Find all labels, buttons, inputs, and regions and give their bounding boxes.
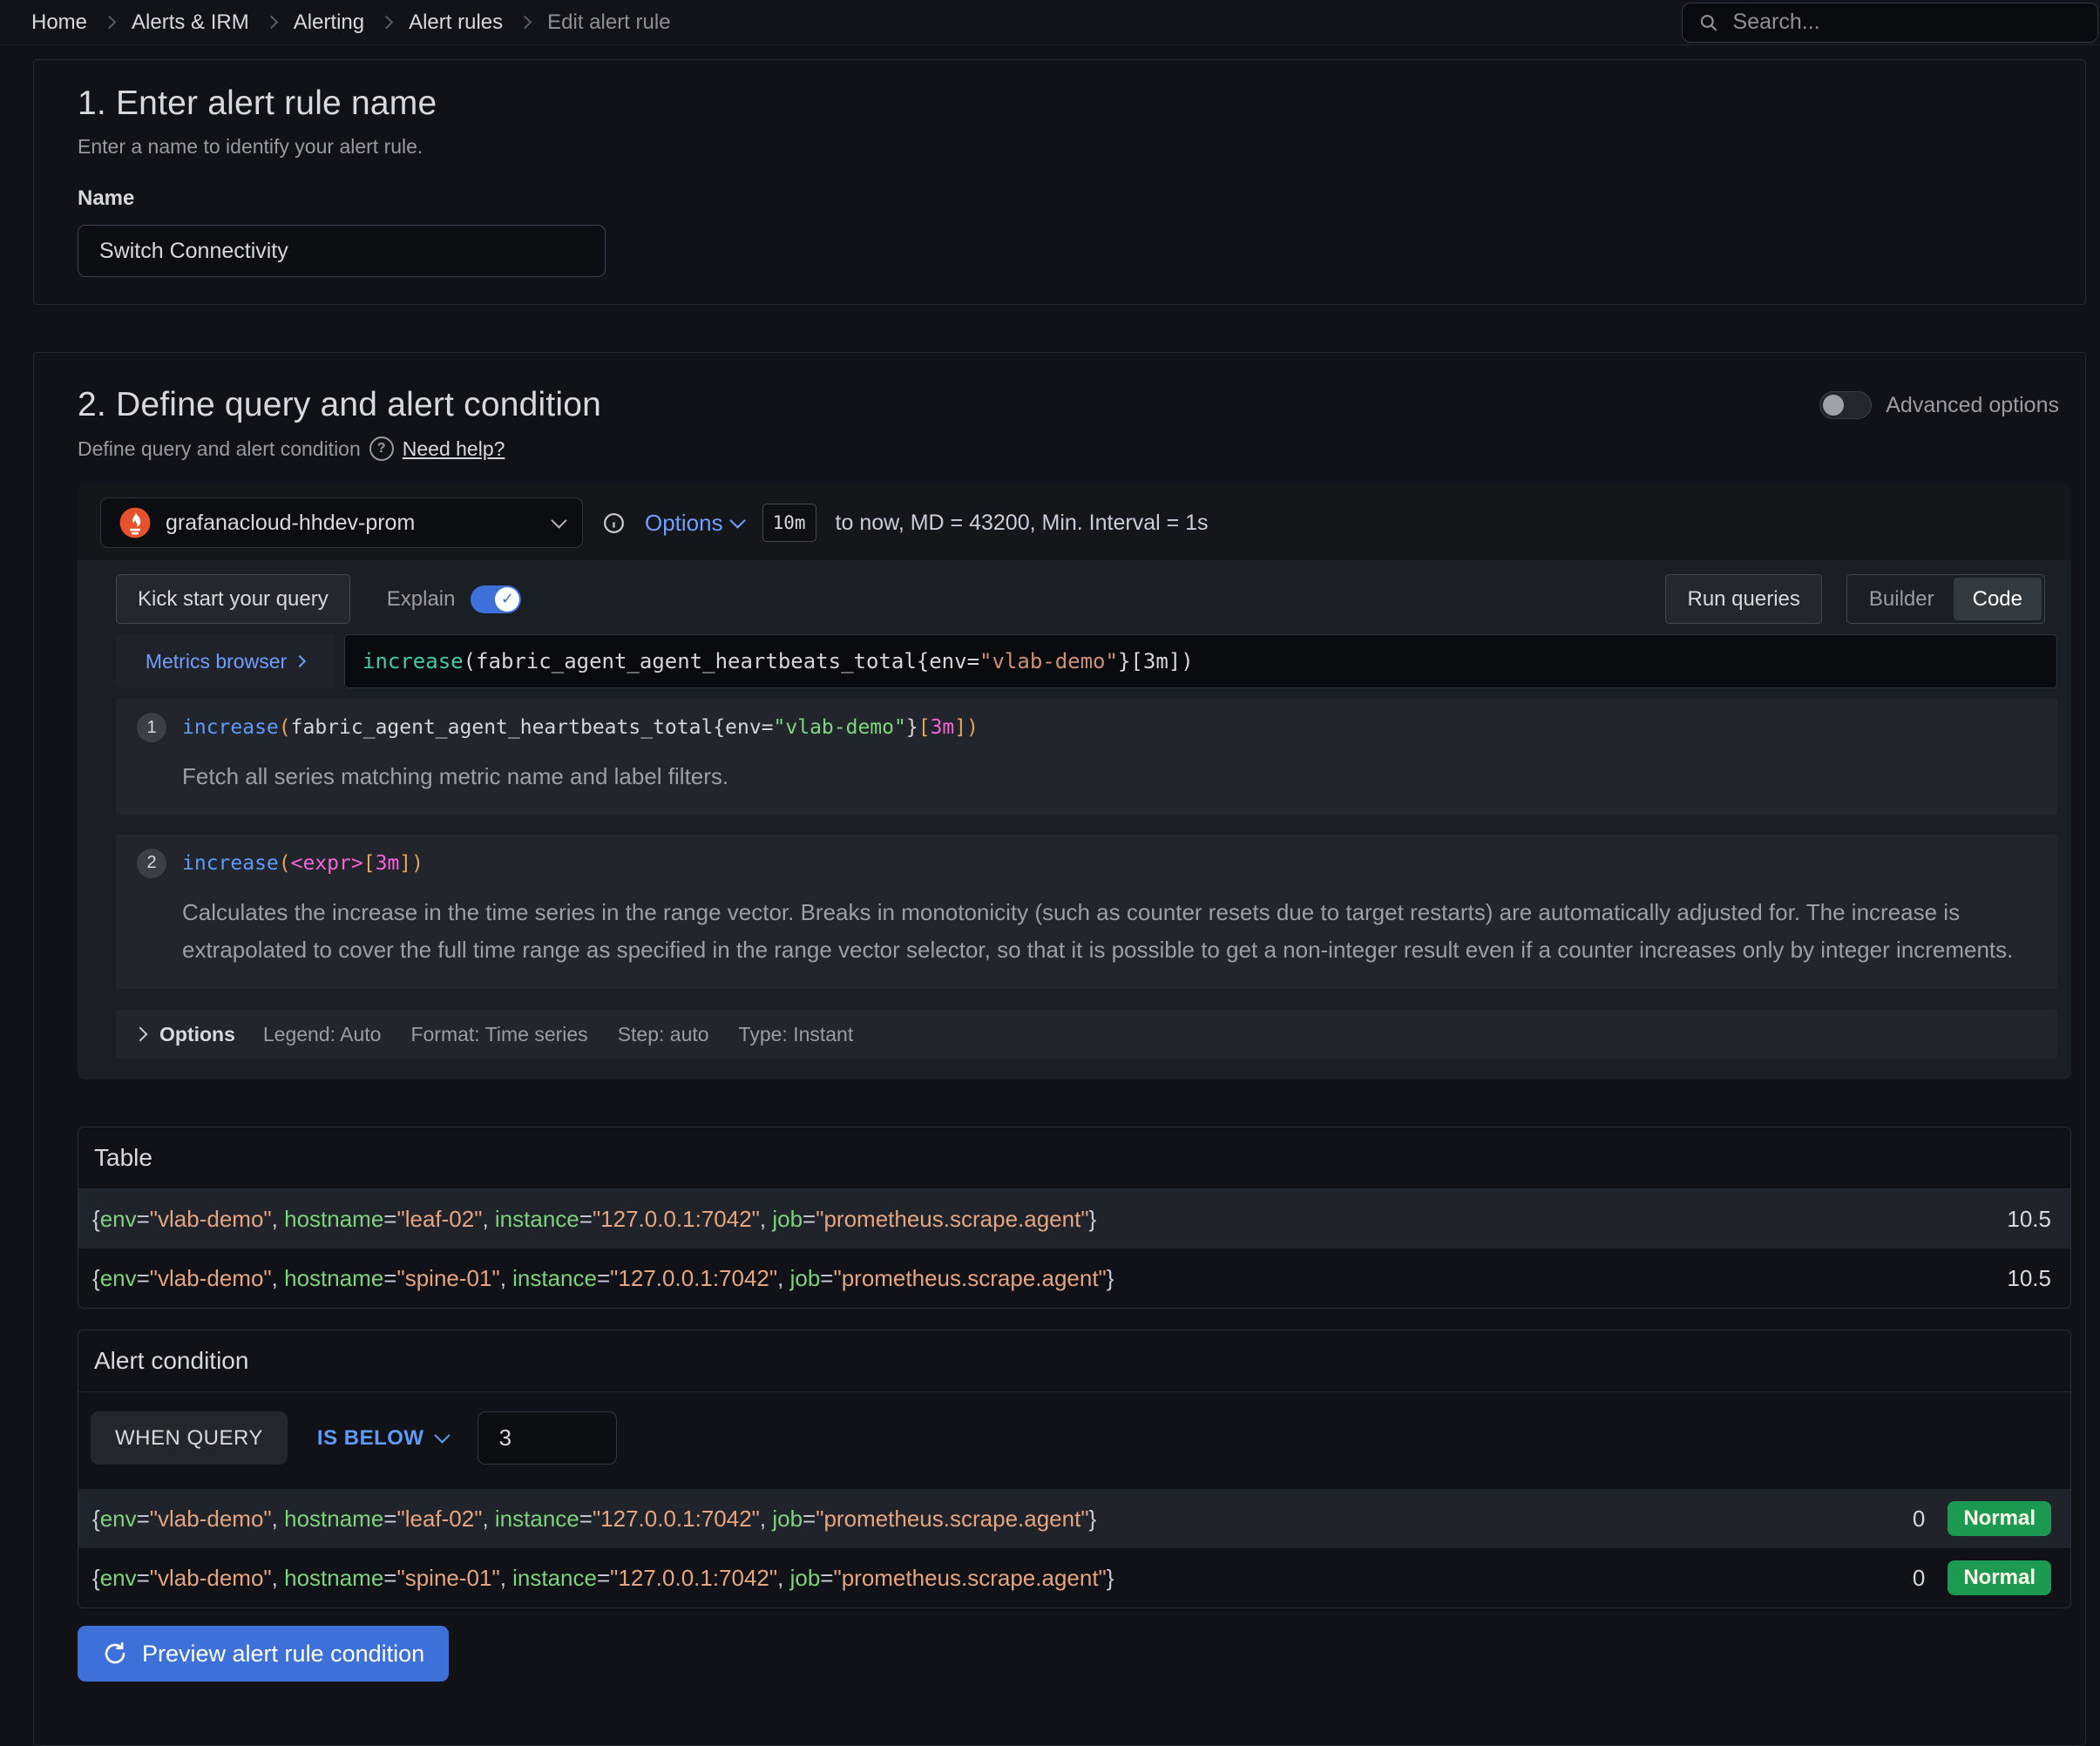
builder-code-switch: Builder Code (1846, 574, 2045, 624)
step-expression: increase(<expr>[3m]) (182, 852, 423, 875)
code-tab[interactable]: Code (1954, 578, 2042, 620)
builder-tab[interactable]: Builder (1850, 578, 1954, 620)
breadcrumb-alerts-irm[interactable]: Alerts & IRM (132, 10, 249, 35)
promql-query-input[interactable]: increase(fabric_agent_agent_heartbeats_t… (344, 634, 2057, 688)
breadcrumb-home[interactable]: Home (31, 10, 87, 35)
alert-condition-title: Alert condition (78, 1330, 2070, 1392)
info-icon (602, 511, 626, 535)
chevron-right-icon (380, 16, 394, 30)
advanced-options-toggle[interactable] (1819, 391, 1872, 419)
section-define-query-alert-condition: 2. Define query and alert condition Defi… (33, 352, 2086, 1746)
step-expression: increase(fabric_agent_agent_heartbeats_t… (182, 716, 979, 739)
breadcrumb-alert-rules[interactable]: Alert rules (409, 10, 503, 35)
table-row: {env="vlab-demo", hostname="spine-01", i… (78, 1249, 2070, 1308)
series-value: 10.5 (2007, 1206, 2051, 1233)
series-labels: {env="vlab-demo", hostname="leaf-02", in… (92, 1506, 1096, 1533)
legend-option: Legend: Auto (263, 1023, 382, 1046)
chevron-right-icon (264, 16, 278, 30)
table-panel: Table {env="vlab-demo", hostname="leaf-0… (78, 1127, 2071, 1309)
series-labels: {env="vlab-demo", hostname="leaf-02", in… (92, 1206, 1096, 1233)
section-enter-alert-rule-name: 1. Enter alert rule name Enter a name to… (33, 59, 2086, 305)
series-labels: {env="vlab-demo", hostname="spine-01", i… (92, 1265, 1114, 1292)
step-description: Fetch all series matching metric name an… (182, 758, 2031, 796)
table-row: {env="vlab-demo", hostname="leaf-02", in… (78, 1189, 2070, 1249)
prometheus-icon (119, 506, 152, 539)
breadcrumb: Home Alerts & IRM Alerting Alert rules E… (31, 10, 671, 35)
chevron-right-icon (103, 16, 117, 30)
run-queries-button[interactable]: Run queries (1665, 574, 1821, 624)
datasource-picker[interactable]: grafanacloud-hhdev-prom (100, 497, 583, 548)
series-value: 0 (1913, 1506, 1925, 1533)
chevron-right-icon (133, 1027, 148, 1042)
metrics-browser-button[interactable]: Metrics browser (116, 634, 334, 688)
section1-title: 1. Enter alert rule name (78, 85, 2042, 123)
explain-toggle[interactable] (471, 585, 521, 613)
threshold-input[interactable] (478, 1411, 617, 1465)
need-help-link[interactable]: Need help? (403, 437, 505, 461)
step-option: Step: auto (618, 1023, 709, 1046)
advanced-options-label: Advanced options (1886, 393, 2059, 418)
datasource-name: grafanacloud-hhdev-prom (166, 511, 539, 536)
chevron-right-icon (294, 655, 306, 667)
top-nav: Home Alerts & IRM Alerting Alert rules E… (0, 0, 2100, 45)
kick-start-query-button[interactable]: Kick start your query (116, 574, 350, 624)
section2-title: 2. Define query and alert condition (78, 386, 601, 424)
search-icon (1698, 11, 1719, 34)
series-value: 0 (1913, 1565, 1925, 1592)
operator-select[interactable]: IS BELOW (317, 1426, 448, 1451)
refresh-icon (102, 1641, 128, 1667)
alert-condition-panel: Alert condition WHEN QUERY IS BELOW {env… (78, 1330, 2071, 1608)
alert-rule-name-input[interactable] (78, 225, 606, 277)
chevron-down-icon (434, 1427, 450, 1443)
section1-subtitle: Enter a name to identify your alert rule… (78, 135, 2042, 159)
when-query-chip: WHEN QUERY (91, 1411, 288, 1465)
breadcrumb-edit-alert-rule: Edit alert rule (547, 10, 670, 35)
search-box[interactable] (1682, 3, 2098, 43)
preview-alert-rule-condition-button[interactable]: Preview alert rule condition (78, 1626, 449, 1682)
chevron-right-icon (518, 16, 532, 30)
alert-instance-row: {env="vlab-demo", hostname="spine-01", i… (78, 1548, 2070, 1607)
step-number: 2 (137, 849, 166, 878)
check-icon (495, 587, 519, 612)
chevron-down-icon (551, 512, 566, 528)
state-badge: Normal (1948, 1560, 2051, 1595)
query-editor: grafanacloud-hhdev-prom Options 10m to n… (78, 484, 2071, 1079)
search-input[interactable] (1731, 9, 2082, 36)
alert-instance-row: {env="vlab-demo", hostname="leaf-02", in… (78, 1489, 2070, 1548)
name-label: Name (78, 186, 2042, 211)
step-description: Calculates the increase in the time seri… (182, 894, 2031, 970)
help-icon: ? (369, 436, 394, 461)
explain-step-2: 2 increase(<expr>[3m]) Calculates the in… (116, 835, 2057, 989)
query-options-row[interactable]: Options Legend: Auto Format: Time series… (116, 1010, 2057, 1059)
breadcrumb-alerting[interactable]: Alerting (294, 10, 364, 35)
step-number: 1 (137, 713, 166, 742)
series-labels: {env="vlab-demo", hostname="spine-01", i… (92, 1565, 1114, 1592)
options-label: Options (159, 1023, 235, 1046)
range-info-text: to now, MD = 43200, Min. Interval = 1s (836, 511, 1209, 536)
interval-badge[interactable]: 10m (762, 504, 816, 542)
state-badge: Normal (1948, 1501, 2051, 1536)
table-panel-title: Table (78, 1127, 2070, 1189)
section2-subtitle: Define query and alert condition (78, 437, 361, 461)
explain-label: Explain (387, 587, 456, 612)
query-options-expander[interactable]: Options (645, 510, 743, 537)
format-option: Format: Time series (410, 1023, 587, 1046)
chevron-down-icon (729, 512, 745, 528)
type-option: Type: Instant (739, 1023, 854, 1046)
explain-step-1: 1 increase(fabric_agent_agent_heartbeats… (116, 699, 2057, 815)
series-value: 10.5 (2007, 1265, 2051, 1292)
